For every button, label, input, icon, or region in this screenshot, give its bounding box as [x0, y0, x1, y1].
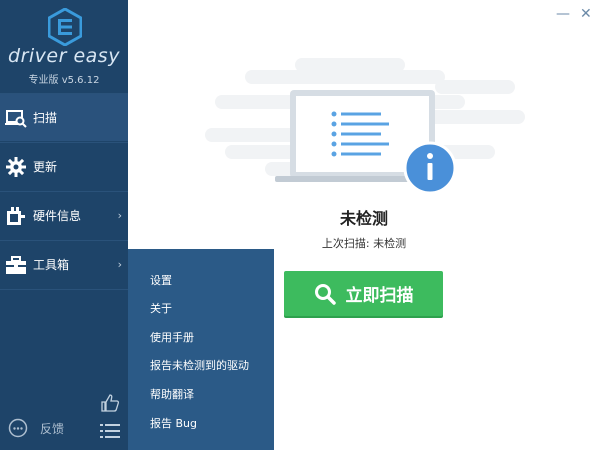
scan-now-label: 立即扫描	[345, 286, 414, 306]
menu-item-report-bug[interactable]: 报告 Bug	[150, 415, 197, 431]
minimize-button[interactable]: —	[556, 6, 570, 22]
menu-item-help-translate[interactable]: 帮助翻译	[150, 386, 194, 402]
menu-item-about[interactable]: 关于	[150, 300, 172, 316]
feedback-label: 反馈	[40, 421, 65, 436]
logo-icon	[48, 8, 82, 46]
logo-area: driver easy 专业版 v5.6.12	[0, 0, 128, 93]
scan-now-button[interactable]: 立即扫描	[284, 271, 443, 316]
menu-icon[interactable]	[100, 423, 120, 439]
laptop-illustration	[275, 90, 457, 195]
chevron-right-icon: ›	[117, 258, 122, 271]
brand-name: driver easy	[8, 45, 120, 67]
search-icon	[314, 283, 336, 305]
toolbox-icon	[6, 255, 26, 274]
sidebar-item-label: 扫描	[33, 111, 58, 125]
thumbs-up-icon[interactable]	[100, 393, 120, 413]
sidebar-item-scan[interactable]: 扫描	[0, 93, 128, 141]
sidebar-item-label: 更新	[33, 160, 58, 174]
sidebar-item-label: 工具箱	[33, 258, 70, 272]
sidebar-item-update[interactable]: 更新	[0, 142, 128, 190]
feedback-button[interactable]: 反馈	[8, 418, 64, 438]
divider	[0, 289, 128, 290]
close-button[interactable]: ✕	[580, 6, 592, 22]
edition-label: 专业版 v5.6.12	[28, 75, 100, 86]
scan-status-title: 未检测	[339, 209, 388, 228]
last-scan-label: 上次扫描: 未检测	[321, 237, 407, 250]
menu-item-settings[interactable]: 设置	[150, 272, 172, 288]
feedback-icon	[8, 418, 28, 438]
menu-item-manual[interactable]: 使用手册	[150, 329, 194, 345]
tools-dropdown-menu: 设置 关于 使用手册 报告未检测到的驱动 帮助翻译 报告 Bug	[128, 249, 274, 450]
menu-item-report-undetected[interactable]: 报告未检测到的驱动	[150, 357, 249, 373]
scan-icon	[5, 109, 27, 128]
gear-icon	[6, 156, 26, 177]
